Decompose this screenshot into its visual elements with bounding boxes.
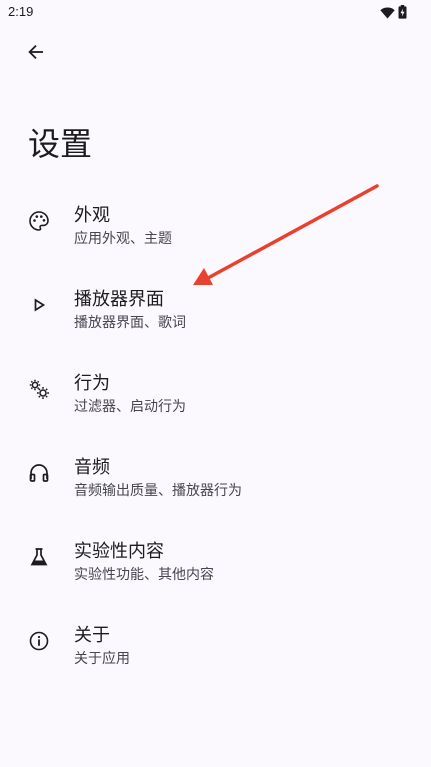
- setting-title: 关于: [74, 625, 110, 646]
- setting-subtitle: 过滤器、启动行为: [74, 399, 186, 415]
- setting-item-player-ui[interactable]: 播放器界面 播放器界面、歌词: [0, 272, 431, 356]
- play-icon: [28, 294, 50, 316]
- status-icons: [380, 4, 407, 23]
- setting-item-behavior[interactable]: 行为 过滤器、启动行为: [0, 356, 431, 440]
- setting-item-appearance[interactable]: 外观 应用外观、主题: [0, 188, 431, 272]
- headphones-icon: [28, 462, 50, 484]
- setting-subtitle: 应用外观、主题: [74, 231, 172, 247]
- setting-subtitle: 实验性功能、其他内容: [74, 567, 214, 583]
- setting-item-audio[interactable]: 音频 音频输出质量、播放器行为: [0, 440, 431, 524]
- battery-icon: [398, 4, 407, 23]
- setting-title: 行为: [74, 373, 110, 394]
- gears-icon: [28, 378, 50, 400]
- back-button[interactable]: [20, 38, 52, 70]
- arrow-back-icon: [27, 43, 45, 65]
- setting-title: 播放器界面: [74, 289, 164, 310]
- setting-title: 音频: [74, 457, 110, 478]
- palette-icon: [28, 210, 50, 232]
- status-time: 2:19: [8, 4, 34, 19]
- setting-title: 外观: [74, 205, 110, 226]
- setting-title: 实验性内容: [74, 541, 164, 562]
- setting-subtitle: 关于应用: [74, 651, 130, 667]
- setting-subtitle: 播放器界面、歌词: [74, 315, 186, 331]
- setting-subtitle: 音频输出质量、播放器行为: [74, 483, 242, 499]
- status-bar: 2:19: [0, 0, 431, 24]
- page-title: 设置: [28, 125, 93, 163]
- setting-item-experimental[interactable]: 实验性内容 实验性功能、其他内容: [0, 524, 431, 608]
- flask-icon: [28, 546, 50, 568]
- info-icon: [28, 630, 50, 652]
- setting-item-about[interactable]: 关于 关于应用: [0, 608, 431, 692]
- wifi-icon: [380, 4, 395, 23]
- settings-list: 外观 应用外观、主题 播放器界面 播放器界面、歌词 行为 过滤器、启动行为 音频…: [0, 188, 431, 692]
